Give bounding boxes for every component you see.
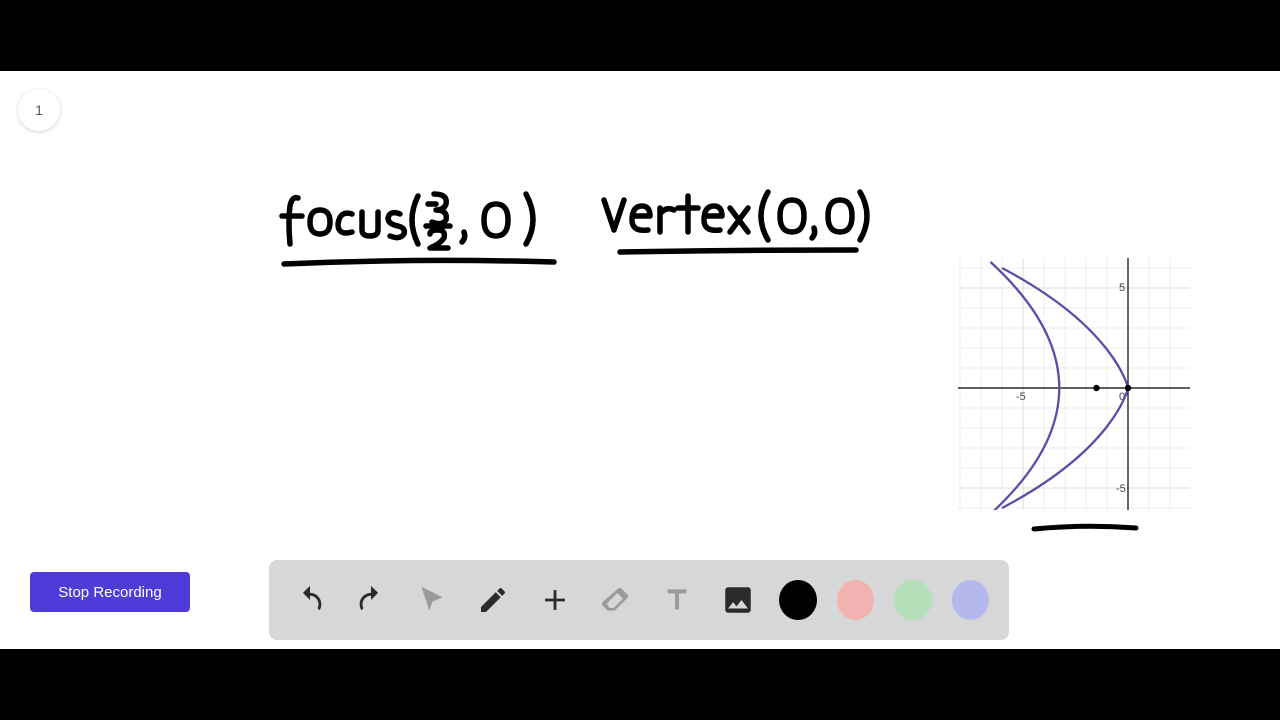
redo-button[interactable]: [350, 578, 391, 622]
image-tool[interactable]: [718, 578, 759, 622]
handwriting-graph-underline: [1030, 521, 1140, 535]
tick-y-5: 5: [1119, 282, 1125, 294]
eraser-tool[interactable]: [595, 578, 636, 622]
color-swatch-blue[interactable]: [952, 580, 990, 620]
marker-vertex: [1125, 385, 1131, 391]
color-swatch-green[interactable]: [894, 580, 932, 620]
pointer-tool[interactable]: [412, 578, 453, 622]
pencil-tool[interactable]: [473, 578, 514, 622]
drawing-toolbar: [269, 560, 1009, 640]
tick-x-neg5: -5: [1016, 391, 1026, 403]
page-number-badge[interactable]: 1: [18, 89, 60, 131]
color-swatch-black[interactable]: [779, 580, 817, 620]
add-tool[interactable]: [534, 578, 575, 622]
parabola-curve: [991, 262, 1060, 510]
color-swatch-red[interactable]: [837, 580, 875, 620]
whiteboard-canvas[interactable]: 1: [0, 71, 1280, 649]
parabola-graph: -5 0 5 -5: [958, 258, 1190, 510]
marker-focus: [1093, 385, 1099, 391]
page-number: 1: [35, 102, 43, 118]
text-tool[interactable]: [657, 578, 698, 622]
handwriting-focus: [278, 186, 568, 276]
stop-recording-button[interactable]: Stop Recording: [30, 572, 190, 612]
tick-y-neg5: -5: [1116, 483, 1126, 495]
undo-button[interactable]: [289, 578, 330, 622]
handwriting-vertex: [596, 186, 876, 266]
